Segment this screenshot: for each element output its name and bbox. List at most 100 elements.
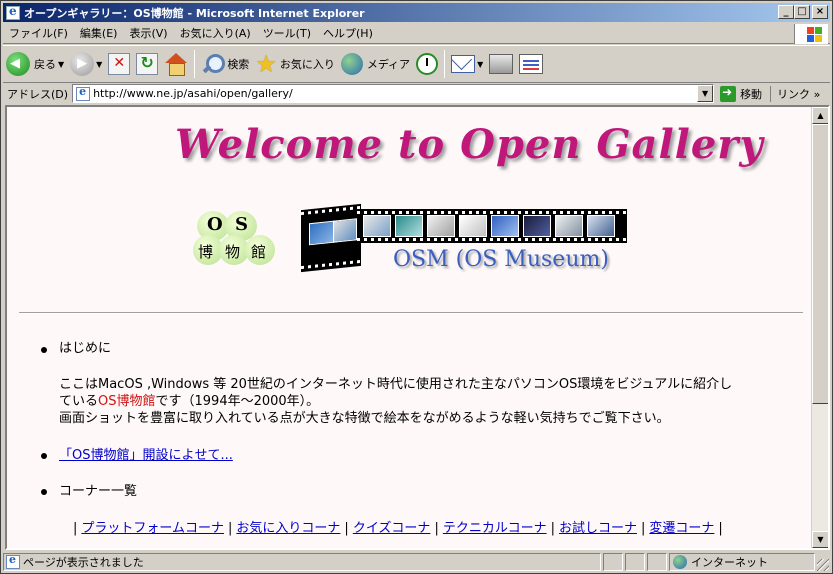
address-value: http://www.ne.jp/asahi/open/gallery/ [93,87,293,100]
separator: | [718,521,723,536]
address-label: アドレス(D) [7,87,69,101]
links-button[interactable]: リンク » [770,85,821,102]
edit-button[interactable] [516,49,546,79]
refresh-icon [136,53,159,75]
back-dropdown-icon[interactable]: ▼ [58,60,64,69]
favorites-star-icon: ★ [255,50,277,78]
edit-icon [519,54,544,74]
browser-window: オープンギャラリー：OS博物館 - Microsoft Internet Exp… [0,0,833,574]
address-bar: アドレス(D) http://www.ne.jp/asahi/open/gall… [3,83,830,104]
history-icon [416,53,439,75]
security-zone-label: インターネット [691,556,768,569]
menu-tools[interactable]: ツール(T) [257,25,317,41]
media-icon [340,53,363,75]
mail-icon [451,55,476,73]
page-content: Welcome to Open Gallery O S 博 物 館 OSM (O… [7,107,811,548]
close-button[interactable]: × [812,5,828,19]
forward-button[interactable]: ▼ [67,49,105,79]
forward-dropdown-icon[interactable]: ▼ [96,60,102,69]
window-controls: _ □ × [778,5,828,19]
bullet-icon [41,489,47,495]
maximize-button[interactable]: □ [794,5,810,19]
scroll-down-icon[interactable]: ▼ [812,531,828,548]
horizontal-rule [19,312,803,314]
status-cell [603,553,623,571]
mail-button[interactable]: ▼ [448,49,486,79]
page-icon [76,85,91,101]
favorites-label: お気に入り [279,58,335,71]
separator: | [640,521,646,536]
toolbar-separator [194,50,196,78]
links-label: リンク [777,87,811,101]
menu-file[interactable]: ファイル(F) [3,25,74,41]
separator: | [344,521,349,536]
corner-link-platform[interactable]: プラットフォームコーナ [81,521,224,536]
corner-link-quiz[interactable]: クイズコーナ [353,521,431,536]
status-cell [647,553,667,571]
history-button[interactable] [413,49,441,79]
scroll-thumb[interactable] [812,124,828,404]
welcome-banner: Welcome to Open Gallery [175,121,764,168]
go-label: 移動 [740,87,763,101]
logo-kanji: 物 [225,243,241,261]
opening-message-link[interactable]: 「OS博物館」開設によせて... [59,444,233,463]
links-chevron-icon: » [813,87,821,101]
menu-edit[interactable]: 編集(E) [74,25,124,41]
osm-caption: OSM (OS Museum) [393,247,609,272]
forward-arrow-icon [70,52,95,76]
search-button[interactable]: 検索 [198,49,252,79]
windows-logo-icon [794,24,828,44]
menu-favorites[interactable]: お気に入り(A) [174,25,257,41]
logo-letter: O [207,214,223,235]
bullet-icon [41,453,47,459]
logo-kanji: 館 [251,243,267,261]
status-message-cell: ページが表示されました [3,553,601,571]
home-button[interactable] [161,49,191,79]
back-button[interactable]: 戻る ▼ [3,49,67,79]
status-message: ページが表示されました [23,556,144,569]
status-bar: ページが表示されました インターネット [3,552,830,572]
stop-button[interactable] [105,49,133,79]
address-input[interactable]: http://www.ne.jp/asahi/open/gallery/ ▼ [72,84,715,103]
corner-link-history[interactable]: 変遷コーナ [649,521,714,536]
printer-icon [489,54,514,74]
back-label: 戻る [34,58,56,71]
back-arrow-icon [6,52,30,76]
vertical-scrollbar[interactable]: ▲ ▼ [811,107,828,548]
home-icon [164,53,188,76]
media-button[interactable]: メディア [338,49,413,79]
minimize-button[interactable]: _ [778,5,794,19]
scroll-up-icon[interactable]: ▲ [812,107,828,124]
menu-help[interactable]: ヘルプ(H) [317,25,379,41]
go-button[interactable]: 移動 [720,85,763,102]
address-dropdown-icon[interactable]: ▼ [697,85,714,102]
refresh-button[interactable] [133,49,161,79]
intro-text-line3: 画面ショットを豊富に取り入れている点が大きな特徴で絵本をながめるような軽い気持ち… [59,411,670,426]
os-museum-logo: O S 博 物 館 [193,211,275,275]
corner-links: | プラットフォームコーナ | お気に入りコーナ | クイズコーナ | テクニカルコーナ | お試… [69,517,727,536]
separator: | [550,521,555,536]
go-arrow-icon [720,85,737,102]
internet-zone-icon [673,555,687,569]
title-bar: オープンギャラリー：OS博物館 - Microsoft Internet Exp… [3,3,830,22]
bullet-icon [41,347,47,353]
separator: | [73,521,78,536]
print-button[interactable] [486,49,516,79]
page-viewport: Welcome to Open Gallery O S 博 物 館 OSM (O… [5,105,830,550]
menu-view[interactable]: 表示(V) [123,25,173,41]
logo-letter: S [235,214,248,235]
status-cell [625,553,645,571]
standard-toolbar: 戻る ▼ ▼ 検索 ★ お気に入り メディア ▼ [3,45,830,83]
corner-link-trial[interactable]: お試しコーナ [559,521,637,536]
corner-link-technical[interactable]: テクニカルコーナ [443,521,547,536]
ie-icon [6,4,20,20]
corner-link-favorites[interactable]: お気に入りコーナ [236,521,340,536]
toolbar-separator [444,50,446,78]
favorites-button[interactable]: ★ お気に入り [252,49,338,79]
mail-dropdown-icon[interactable]: ▼ [477,60,483,69]
corners-heading: コーナー一覧 [59,484,138,499]
logo-kanji: 博 [198,243,214,261]
resize-grip-icon[interactable] [817,559,829,571]
media-label: メディア [366,58,411,71]
separator: | [434,521,439,536]
